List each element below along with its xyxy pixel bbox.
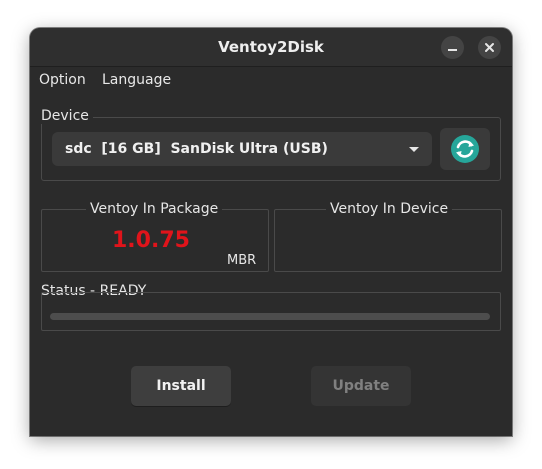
ventoy-device-group xyxy=(274,209,502,272)
device-select[interactable]: sdc [16 GB] SanDisk Ultra (USB) xyxy=(52,132,432,166)
device-selected-value: sdc [16 GB] SanDisk Ultra (USB) xyxy=(65,141,328,157)
install-button[interactable]: Install xyxy=(131,366,231,406)
package-version: 1.0.75 xyxy=(112,228,190,253)
menu-language[interactable]: Language xyxy=(102,72,171,88)
refresh-icon xyxy=(451,135,479,163)
minimize-button[interactable] xyxy=(441,36,464,59)
menu-option[interactable]: Option xyxy=(39,72,86,88)
minimize-icon xyxy=(448,49,457,51)
menu-bar: Option Language xyxy=(30,67,512,93)
device-group-label: Device xyxy=(41,108,93,124)
ventoy-package-label: Ventoy In Package xyxy=(86,201,223,217)
update-button[interactable]: Update xyxy=(311,366,411,406)
ventoy-device-label: Ventoy In Device xyxy=(326,201,453,217)
window-title: Ventoy2Disk xyxy=(218,38,324,56)
close-icon xyxy=(485,43,494,52)
status-group xyxy=(41,292,501,331)
progress-bar xyxy=(50,313,490,320)
package-partition-style: MBR xyxy=(227,253,257,268)
ventoy2disk-window: Ventoy2Disk Option Language Device sdc [… xyxy=(30,28,512,436)
close-button[interactable] xyxy=(478,36,501,59)
title-bar[interactable]: Ventoy2Disk xyxy=(30,28,512,67)
refresh-button[interactable] xyxy=(440,128,490,170)
chevron-down-icon xyxy=(409,147,419,152)
